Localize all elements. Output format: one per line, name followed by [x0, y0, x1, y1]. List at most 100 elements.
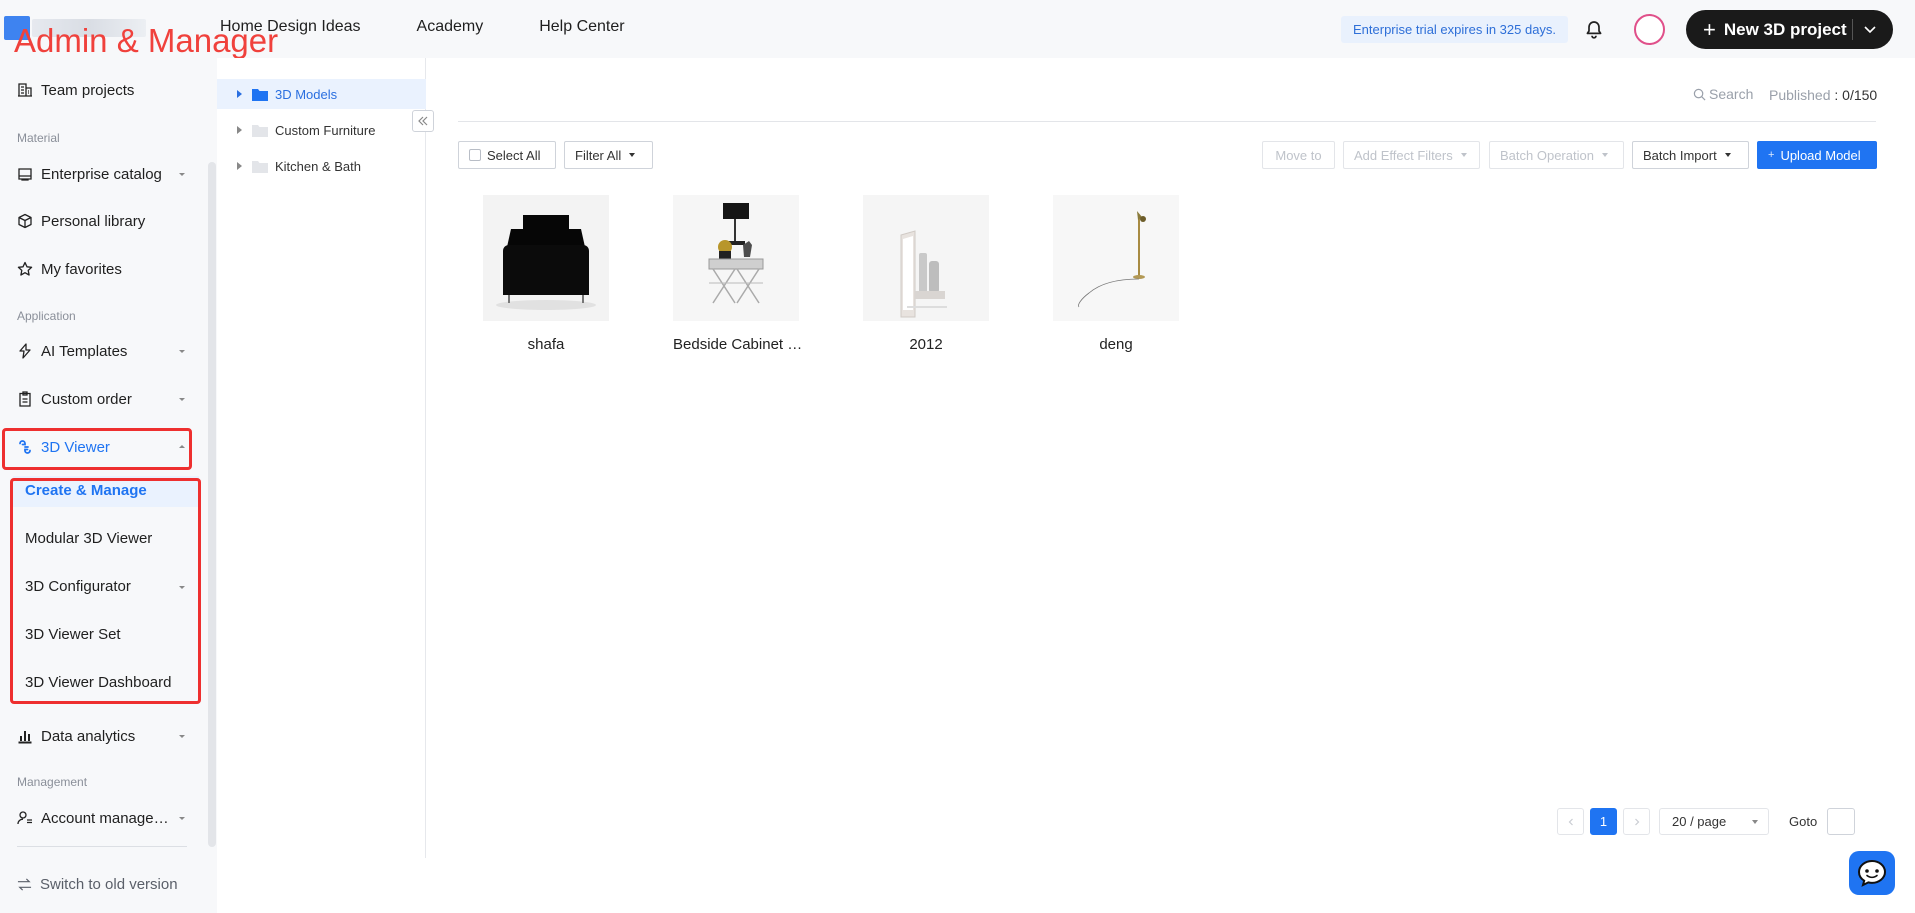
caret-down-icon: [179, 817, 185, 820]
building-icon: [18, 83, 32, 97]
pagination-page-1[interactable]: 1: [1590, 808, 1617, 835]
sidebar-subitem-3d-viewer-dashboard[interactable]: 3D Viewer Dashboard: [25, 674, 171, 691]
expand-caret-icon[interactable]: [237, 126, 242, 134]
collapse-tree-button[interactable]: [412, 110, 434, 132]
caret-down-icon: [179, 350, 185, 353]
sidebar-item-3d-viewer[interactable]: 3D Viewer: [0, 427, 200, 467]
switch-icon: [17, 878, 32, 891]
star-icon: [17, 261, 33, 276]
caret-down-icon: [179, 735, 185, 738]
sidebar-subitem-modular-3d-viewer[interactable]: Modular 3D Viewer: [25, 530, 152, 547]
batch-operation-dropdown[interactable]: Batch Operation: [1489, 141, 1624, 169]
tree-item-kitchen-bath[interactable]: Kitchen & Bath: [217, 151, 426, 181]
sidebar-divider: [17, 846, 187, 847]
sidebar-scrollbar[interactable]: [208, 162, 216, 847]
model-thumbnail[interactable]: [1053, 195, 1179, 321]
search-icon: [1693, 88, 1706, 100]
batch-import-label: Batch Import: [1643, 147, 1717, 163]
search-input[interactable]: Search: [1693, 86, 1753, 102]
expand-caret-icon[interactable]: [237, 162, 242, 170]
sidebar-item-label: 3D Viewer: [41, 438, 110, 456]
double-chevron-left-icon: [418, 116, 428, 126]
caret-down-icon: [179, 398, 185, 401]
model-card[interactable]: shafa: [483, 195, 609, 353]
expand-caret-icon[interactable]: [237, 90, 242, 98]
batch-operation-label: Batch Operation: [1500, 147, 1594, 163]
nav-help-center[interactable]: Help Center: [539, 18, 624, 36]
select-all-button[interactable]: Select All: [458, 141, 556, 169]
pagination-prev-button[interactable]: [1557, 808, 1584, 835]
header-divider: [458, 121, 1876, 122]
catalog-icon: [18, 168, 32, 181]
sidebar-item-data-analytics[interactable]: Data analytics: [0, 716, 200, 756]
tree-item-label: Kitchen & Bath: [275, 158, 361, 174]
chevron-down-icon[interactable]: [1862, 21, 1878, 37]
model-thumbnail[interactable]: [863, 195, 989, 321]
model-thumbnail[interactable]: [483, 195, 609, 321]
search-placeholder: Search: [1709, 86, 1754, 102]
sidebar-item-account-manage[interactable]: Account manage…: [0, 798, 200, 838]
new-3d-project-button[interactable]: + New 3D project: [1686, 10, 1893, 49]
top-bar: Home Design Ideas Academy Help Center En…: [0, 0, 1915, 58]
caret-down-icon: [629, 153, 636, 157]
sidebar-item-label: Account manage…: [41, 809, 169, 827]
switch-old-version-label: Switch to old version: [40, 876, 178, 893]
sidebar-item-label: Personal library: [41, 212, 146, 230]
caret-down-icon: [179, 173, 185, 176]
sidebar-subitem-create-manage[interactable]: Create & Manage: [25, 482, 147, 499]
page-size-select[interactable]: 20 / page: [1659, 808, 1769, 835]
section-management: Management: [17, 775, 88, 789]
caret-down-icon: [1601, 153, 1608, 157]
sidebar-subitem-3d-configurator[interactable]: 3D Configurator: [25, 578, 131, 595]
caret-down-icon: [1460, 153, 1467, 157]
model-thumbnail[interactable]: [673, 195, 799, 321]
model-card[interactable]: 2012: [863, 195, 989, 353]
chevron-right-icon: [1634, 818, 1639, 825]
sidebar-item-team-projects[interactable]: Team projects: [0, 70, 200, 110]
model-card[interactable]: Bedside Cabinet …: [673, 195, 803, 353]
caret-up-icon: [179, 445, 185, 448]
plus-icon: +: [1703, 16, 1716, 42]
add-effect-filters-dropdown[interactable]: Add Effect Filters: [1343, 141, 1480, 169]
bar-chart-icon: [18, 731, 32, 744]
folder-icon: [252, 124, 268, 137]
avatar[interactable]: [1634, 14, 1665, 45]
account-manage-icon: [17, 811, 32, 825]
select-all-checkbox[interactable]: [469, 149, 481, 161]
chat-support-button[interactable]: [1849, 851, 1895, 895]
sidebar-item-enterprise-catalog[interactable]: Enterprise catalog: [0, 154, 200, 194]
caret-down-icon: [1752, 820, 1758, 824]
clipboard-icon: [19, 391, 31, 407]
sidebar-item-label: My favorites: [41, 260, 122, 278]
sidebar-item-my-favorites[interactable]: My favorites: [0, 249, 200, 289]
switch-old-version-link[interactable]: Switch to old version: [17, 876, 178, 893]
sidebar-item-custom-order[interactable]: Custom order: [0, 379, 200, 419]
model-name: Bedside Cabinet …: [673, 336, 803, 353]
tree-item-custom-furniture[interactable]: Custom Furniture: [217, 115, 426, 145]
chat-bubble-icon: [1857, 859, 1887, 887]
sidebar-subitem-3d-viewer-set[interactable]: 3D Viewer Set: [25, 626, 121, 643]
folder-icon: [252, 88, 268, 101]
upload-model-label: Upload Model: [1780, 147, 1861, 163]
batch-import-dropdown[interactable]: Batch Import: [1632, 141, 1749, 169]
upload-model-button[interactable]: + Upload Model: [1757, 141, 1877, 169]
sidebar-item-ai-templates[interactable]: AI Templates: [0, 331, 200, 371]
select-all-label: Select All: [487, 147, 541, 163]
tree-item-3d-models[interactable]: 3D Models: [217, 79, 426, 109]
caret-down-icon: [1724, 153, 1731, 157]
sidebar-item-label: Enterprise catalog: [41, 165, 162, 183]
filter-all-label: Filter All: [575, 147, 622, 163]
sidebar-item-personal-library[interactable]: Personal library: [0, 201, 200, 241]
model-card[interactable]: deng: [1053, 195, 1179, 353]
trial-badge[interactable]: Enterprise trial expires in 325 days.: [1341, 16, 1569, 43]
move-to-button[interactable]: Move to: [1262, 141, 1335, 169]
section-application: Application: [17, 309, 76, 323]
bell-icon[interactable]: [1582, 18, 1606, 42]
nav-academy[interactable]: Academy: [417, 18, 484, 36]
model-name: deng: [1099, 336, 1133, 353]
pagination-next-button[interactable]: [1623, 808, 1650, 835]
published-value: : 0/150: [1834, 87, 1878, 103]
model-name: 2012: [909, 336, 943, 353]
goto-page-input[interactable]: [1827, 808, 1855, 835]
filter-all-dropdown[interactable]: Filter All: [564, 141, 653, 169]
